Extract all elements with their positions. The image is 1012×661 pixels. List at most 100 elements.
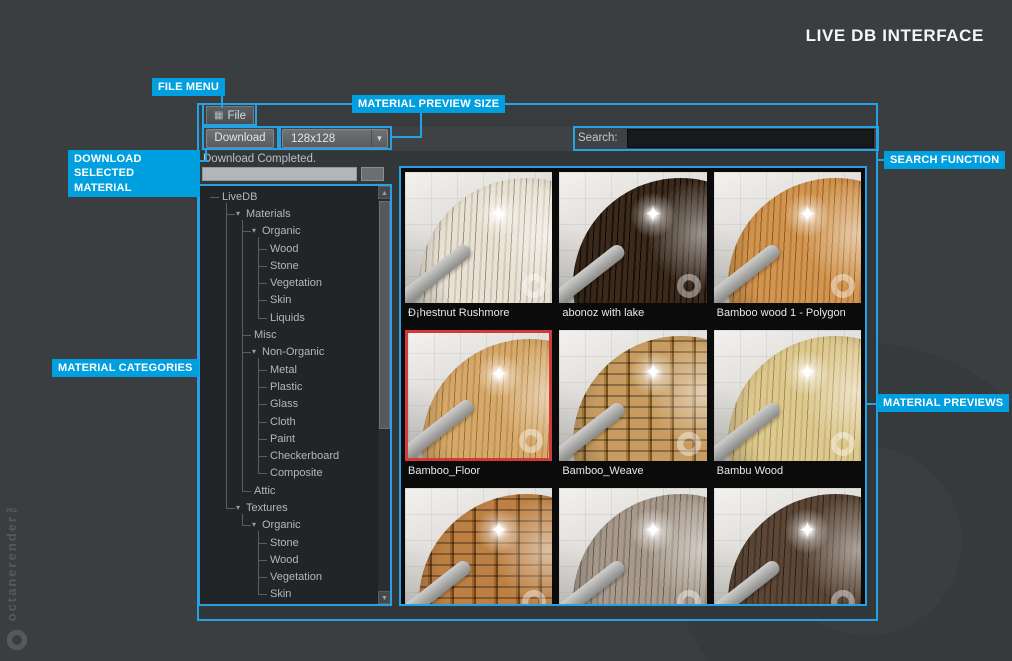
callout-download-selected-material: DOWNLOAD SELECTED MATERIAL <box>68 150 200 197</box>
specular-highlight <box>627 189 680 242</box>
tree-guide-line <box>242 220 243 491</box>
annotation-line <box>391 136 422 138</box>
octane-logo-icon <box>676 589 702 604</box>
material-cell[interactable]: Ð¡hestnut Rushmore <box>405 172 553 323</box>
material-cell[interactable] <box>559 488 707 604</box>
material-cell[interactable]: abonoz with lake <box>559 172 707 323</box>
material-cell[interactable] <box>405 488 553 604</box>
material-cell[interactable] <box>713 488 861 604</box>
tree-guide-line <box>242 514 243 526</box>
material-name: Bamboo_Floor <box>408 465 481 477</box>
specular-highlight <box>627 505 680 558</box>
tree-tick <box>226 213 235 215</box>
tree-expander-icon[interactable]: ▾ <box>252 226 256 235</box>
specular-highlight <box>472 189 525 242</box>
specular-highlight <box>473 349 525 402</box>
tree-item-label: LiveDB <box>222 190 258 203</box>
tree-scrollbar[interactable]: ▲ ▼ <box>377 186 391 604</box>
octanerender-watermark: octanerender™ <box>4 497 19 621</box>
download-progress-bar <box>202 167 357 181</box>
material-name: Bambu Wood <box>716 465 784 477</box>
category-tree-panel: LiveDB ▾ Materials ▾ Organic Wood Stone Vegetat… <box>200 186 391 604</box>
tree-item-label: Vegetation <box>270 277 322 290</box>
tree-item-label: Attic <box>254 484 276 497</box>
material-name: Bamboo_Weave <box>562 465 644 477</box>
tree-item-label: Stone <box>270 536 299 549</box>
material-cell[interactable]: Bambu Wood <box>713 330 861 481</box>
octane-logo-icon <box>830 273 856 299</box>
preview-size-dropdown[interactable]: 128x128 ▼ <box>282 129 388 148</box>
tree-expander-icon[interactable]: ▾ <box>252 347 256 356</box>
tree-item-wood[interactable]: Wood <box>200 551 377 568</box>
tree-item-label: Checkerboard <box>270 450 340 463</box>
material-cell[interactable]: Bamboo_Weave <box>559 330 707 481</box>
material-grid: Ð¡hestnut Rushmore abonoz with lake Bamboo… <box>401 168 865 604</box>
octane-logo-icon <box>521 589 547 604</box>
tab-file[interactable]: ▦ File <box>206 106 254 126</box>
tree-item-label: Wood <box>270 553 299 566</box>
callout-material-categories: MATERIAL CATEGORIES <box>52 359 199 378</box>
scrollbar-thumb[interactable] <box>379 201 390 429</box>
progress-detail-button[interactable] <box>361 167 384 181</box>
scroll-up-icon[interactable]: ▲ <box>378 186 391 199</box>
tree-item-label: Non-Organic <box>262 346 325 359</box>
tree-tick <box>258 300 267 302</box>
tree-item-label: Metal <box>270 363 297 376</box>
file-tab-grid-icon: ▦ <box>214 110 224 121</box>
material-cell[interactable]: Bamboo_Floor <box>405 330 553 481</box>
tab-strip <box>199 105 876 127</box>
download-button[interactable]: Download <box>206 129 274 148</box>
tree-item-vegetation[interactable]: Vegetation <box>200 569 377 586</box>
callout-material-previews: MATERIAL PREVIEWS <box>877 394 1010 413</box>
material-cell[interactable]: Bamboo wood 1 - Polygon <box>713 172 861 323</box>
search-label: Search: <box>578 132 618 144</box>
material-preview-image <box>559 172 707 303</box>
tree-guide-line <box>258 531 259 595</box>
octane-logo-icon <box>830 589 856 604</box>
octane-logo-icon <box>676 273 702 299</box>
tree-tick <box>210 196 219 198</box>
annotation-line <box>221 95 223 108</box>
material-preview-image <box>713 172 861 303</box>
annotation-line <box>205 149 207 162</box>
tree-item-label: Misc <box>254 329 277 342</box>
tree-expander-icon[interactable]: ▾ <box>252 520 256 529</box>
specular-highlight <box>781 505 834 558</box>
tree-tick <box>258 473 267 475</box>
tree-tick <box>258 577 267 579</box>
tree-item-label: Skin <box>270 588 292 601</box>
tree-tick <box>258 317 267 319</box>
tree-item-label: Composite <box>270 467 323 480</box>
page-title: LIVE DB INTERFACE <box>805 26 984 45</box>
tree-tick <box>258 456 267 458</box>
callout-file-menu: FILE MENU <box>152 78 226 97</box>
tree-tick <box>226 507 235 509</box>
tree-item-skin[interactable]: Skin <box>200 586 377 603</box>
category-tree: LiveDB ▾ Materials ▾ Organic Wood Stone Vegetat… <box>200 186 377 604</box>
specular-highlight <box>781 189 834 242</box>
tree-tick <box>242 352 251 354</box>
tree-tick <box>258 386 267 388</box>
tree-expander-icon[interactable]: ▾ <box>236 503 240 512</box>
tree-item-label: Vegetation <box>270 571 322 584</box>
tree-guide-line <box>226 202 227 509</box>
tree-guide-line <box>258 358 259 474</box>
tree-item-label: Organic <box>262 225 301 238</box>
material-preview-image <box>559 488 707 604</box>
material-name: Bamboo wood 1 - Polygon <box>716 307 846 319</box>
material-preview-image <box>405 330 553 461</box>
octane-logo-icon <box>521 273 547 299</box>
tree-tick <box>258 404 267 406</box>
tree-item-label: Liquids <box>270 311 305 324</box>
tree-tick <box>258 421 267 423</box>
tree-tick <box>258 559 267 561</box>
tree-tick <box>242 335 251 337</box>
search-input[interactable] <box>627 129 874 148</box>
material-preview-image <box>559 330 707 461</box>
tree-item-stone[interactable]: Stone <box>200 534 377 551</box>
tree-item-label: Stone <box>270 259 299 272</box>
scroll-down-icon[interactable]: ▼ <box>378 591 391 604</box>
octane-logo-icon <box>518 428 544 454</box>
tree-item-organic[interactable]: ▾ Organic <box>200 517 377 534</box>
tree-expander-icon[interactable]: ▾ <box>236 209 240 218</box>
